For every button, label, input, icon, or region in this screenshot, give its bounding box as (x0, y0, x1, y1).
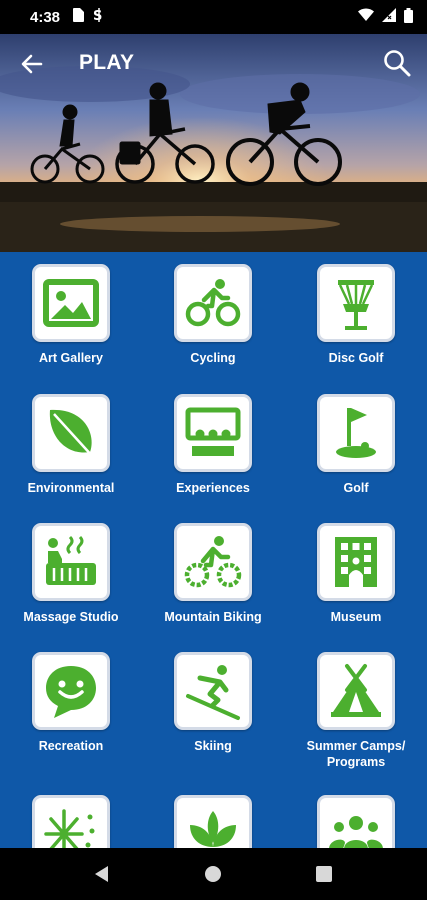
tile-disc-golf[interactable]: Disc Golf (285, 264, 427, 366)
skier-icon (186, 665, 240, 720)
tile-icon-box (174, 795, 252, 848)
tile-icon-box (317, 394, 395, 472)
arrow-left-icon (21, 54, 43, 74)
tile-icon-box (32, 523, 110, 601)
tile-experiences[interactable]: Experiences (142, 394, 284, 496)
tile-icon-box (317, 264, 395, 342)
tile-label: Museum (330, 610, 382, 624)
hero-banner: PLAY (0, 34, 427, 252)
tile-label: Massage Studio (23, 610, 119, 624)
nav-back-button[interactable] (92, 864, 110, 889)
theater-icon (185, 407, 241, 456)
image-icon (43, 279, 99, 327)
disc-golf-basket-icon (338, 280, 374, 330)
tile-label: Recreation (38, 739, 104, 753)
tile-label: Experiences (176, 481, 250, 495)
signal-icon (382, 8, 396, 26)
tile-icon-box (32, 394, 110, 472)
leaf-icon (49, 409, 95, 459)
tile-label: Art Gallery (39, 351, 103, 365)
tile-summer-camps[interactable]: Summer Camps/ Programs (285, 652, 427, 770)
page-title: PLAY (79, 51, 135, 74)
tile-label: Disc Golf (328, 351, 384, 365)
mountain-bike-icon (184, 536, 242, 588)
smile-chat-icon (46, 666, 96, 718)
snowflake-icon (44, 809, 95, 848)
group-icon (329, 816, 383, 848)
tile-massage-studio[interactable]: Massage Studio (0, 523, 142, 625)
tile-golf[interactable]: Golf (285, 394, 427, 496)
building-icon (335, 537, 377, 587)
tile-wellness[interactable] (142, 795, 284, 848)
nav-recents-button[interactable] (316, 866, 332, 887)
tile-icon-box (32, 264, 110, 342)
tile-icon-box (174, 523, 252, 601)
tile-label: Environmental (27, 481, 115, 495)
nav-home-button[interactable] (204, 865, 222, 888)
tile-icon-box (32, 795, 110, 848)
tile-art-gallery[interactable]: Art Gallery (0, 264, 142, 366)
tile-icon-box (317, 795, 395, 848)
wifi-icon (358, 8, 374, 26)
tile-museum[interactable]: Museum (285, 523, 427, 625)
tile-label: Golf (343, 481, 369, 495)
triangle-back-icon (95, 866, 108, 882)
square-recents-icon (316, 866, 332, 882)
tile-community[interactable] (285, 795, 427, 848)
category-grid: Art Gallery Cycling Disc Golf Environmen… (0, 252, 427, 848)
tile-icon-box (174, 264, 252, 342)
tile-recreation[interactable]: Recreation (0, 652, 142, 754)
tile-winter[interactable] (0, 795, 142, 848)
tile-label: Skiing (194, 739, 232, 753)
back-button[interactable] (18, 50, 46, 78)
circle-home-icon (205, 866, 221, 882)
system-nav-bar (0, 848, 427, 900)
tile-icon-box (32, 652, 110, 730)
tile-label: Summer Camps/ Programs (306, 739, 406, 769)
data-saver-icon: S (92, 8, 106, 26)
status-time: 4:38 (30, 8, 61, 26)
status-bar: 4:38 S (0, 0, 427, 34)
tile-label: Cycling (190, 351, 236, 365)
tile-icon-box (174, 652, 252, 730)
hot-tub-icon (46, 535, 96, 585)
tile-icon-box (174, 394, 252, 472)
app-bar: PLAY (0, 34, 427, 94)
tile-mountain-biking[interactable]: Mountain Biking (142, 523, 284, 625)
svg-text:S: S (93, 9, 102, 22)
tent-icon (331, 664, 381, 717)
search-icon (384, 50, 411, 77)
bike-icon (185, 279, 241, 327)
spa-lotus-icon (190, 811, 236, 847)
sim-card-icon (72, 8, 85, 26)
tile-label: Mountain Biking (164, 610, 262, 624)
tile-icon-box (317, 652, 395, 730)
search-button[interactable] (382, 48, 412, 78)
tile-icon-box (317, 523, 395, 601)
tile-cycling[interactable]: Cycling (142, 264, 284, 366)
golf-flag-icon (336, 408, 376, 458)
battery-icon (404, 7, 413, 27)
tile-skiing[interactable]: Skiing (142, 652, 284, 754)
tile-environmental[interactable]: Environmental (0, 394, 142, 496)
